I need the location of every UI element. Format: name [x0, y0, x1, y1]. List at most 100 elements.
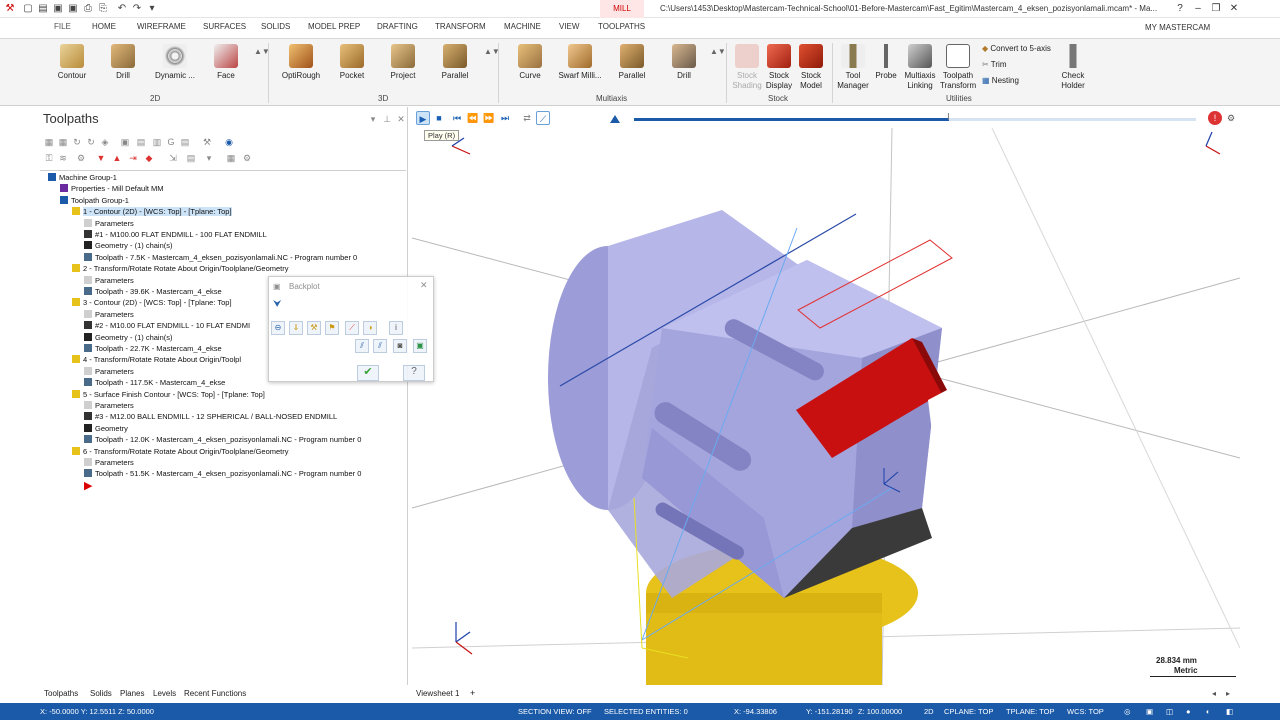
close-dialog-icon[interactable]: ✕	[420, 280, 428, 291]
progress-handle[interactable]: I	[947, 112, 950, 123]
scroll-left-icon[interactable]: ◂	[1212, 689, 1216, 698]
tree-node[interactable]: Toolpath Group-1	[60, 195, 129, 206]
tree-node[interactable]: Toolpath - 7.5K - Mastercam_4_eksen_pozi…	[84, 252, 357, 263]
curve-button[interactable]: Curve	[514, 44, 546, 94]
tab-toolpaths-panel[interactable]: Toolpaths	[44, 689, 78, 698]
stop-icon[interactable]: ■	[432, 111, 446, 125]
viewsheet-tab[interactable]: Viewsheet 1	[416, 689, 459, 698]
nesting-button[interactable]: ▦ Nesting	[982, 76, 1019, 85]
toolpath-display-icon[interactable]: ▦	[226, 153, 236, 163]
probe-button[interactable]: Probe	[872, 44, 900, 94]
check-holder-button[interactable]: Check Holder	[1058, 44, 1088, 94]
project-button[interactable]: Project	[386, 44, 420, 94]
convert-5axis-button[interactable]: ◆ Convert to 5-axis	[982, 44, 1051, 53]
backplot-options-icon[interactable]: ⚙	[1224, 111, 1238, 125]
tree-node[interactable]: Toolpath - 22.7K - Mastercam_4_ekse	[84, 344, 222, 354]
save-icon[interactable]: ▣	[52, 3, 64, 15]
stock-model-button[interactable]: Stock Model	[796, 44, 826, 94]
tab-file[interactable]: FILE	[54, 22, 71, 31]
tree-node[interactable]: Toolpath - 12.0K - Mastercam_4_eksen_poz…	[84, 435, 361, 445]
close-panel-icon[interactable]: ✕	[396, 114, 406, 124]
regenerate-dirty-icon[interactable]: ↻	[86, 137, 96, 147]
single-op-icon[interactable]: ▤	[186, 153, 196, 163]
gallery-more-icon[interactable]: ▲▼	[710, 47, 726, 56]
tree-node[interactable]: Parameters	[84, 401, 134, 411]
insert-arrow-marker-icon[interactable]: ▶	[84, 479, 92, 492]
holder-icon[interactable]: ⚒	[307, 321, 321, 335]
tab-model-prep[interactable]: MODEL PREP	[308, 22, 360, 31]
speed-slider-thumb[interactable]	[608, 113, 622, 123]
restore-button[interactable]: ❐	[1206, 2, 1226, 16]
stock-display-button[interactable]: Stock Display	[764, 44, 794, 94]
insert-after-icon[interactable]: ◆	[144, 153, 154, 163]
simulator-options-icon[interactable]: ▥	[152, 137, 162, 147]
tree-node[interactable]: Toolpath - 39.6K - Mastercam_4_ekse	[84, 287, 222, 297]
camera-icon[interactable]: ◙	[393, 339, 407, 353]
tab-toolpaths[interactable]: TOOLPATHS	[598, 22, 645, 31]
parallel-3d-button[interactable]: Parallel	[437, 44, 473, 94]
backplot-icon[interactable]: ◈	[100, 137, 110, 147]
g1-icon[interactable]: G	[166, 137, 176, 147]
tree-node[interactable]: #1 - M100.00 FLAT ENDMILL - 100 FLAT END…	[84, 230, 267, 240]
tab-planes-panel[interactable]: Planes	[120, 689, 144, 698]
new-file-icon[interactable]: ▢	[22, 3, 34, 15]
verify-icon[interactable]: ▣	[120, 137, 130, 147]
my-mastercam-link[interactable]: MY MASTERCAM	[1145, 23, 1210, 32]
entity-endpoints-icon[interactable]: ⟋	[345, 321, 359, 335]
tplane-status[interactable]: TPLANE: TOP	[1006, 707, 1055, 716]
cplane-status[interactable]: CPLANE: TOP	[944, 707, 993, 716]
globe-icon[interactable]: ◎	[1124, 707, 1131, 716]
multiaxis-linking-button[interactable]: Multiaxis Linking	[902, 44, 938, 94]
expand-icon[interactable]: ▾	[204, 153, 214, 163]
open-file-icon[interactable]: ▤	[37, 3, 49, 15]
tab-drafting[interactable]: DRAFTING	[377, 22, 418, 31]
tree-node[interactable]: #2 - M10.00 FLAT ENDMILL - 10 FLAT ENDMI	[84, 321, 250, 331]
simulate-icon[interactable]: ▤	[136, 137, 146, 147]
lock-icon[interactable]: ⚿	[44, 153, 54, 163]
tab-levels-panel[interactable]: Levels	[153, 689, 176, 698]
help-button[interactable]: ?	[403, 365, 425, 381]
tree-node[interactable]: Geometry	[84, 423, 128, 434]
tree-node[interactable]: Properties - Mill Default MM	[60, 184, 164, 194]
tab-solids[interactable]: SOLIDS	[261, 22, 290, 31]
tab-wireframe[interactable]: WIREFRAME	[137, 22, 186, 31]
display-toolpath-icon[interactable]: ⟋	[536, 111, 550, 125]
drill-2d-button[interactable]: Drill	[107, 44, 139, 94]
tree-node[interactable]: 6 - Transform/Rotate Rotate About Origin…	[72, 446, 289, 457]
toolpath-segments-icon[interactable]: ⫽	[373, 339, 387, 353]
shade-icon[interactable]: ◑	[363, 321, 377, 335]
mode-2d-3d[interactable]: 2D	[924, 707, 934, 716]
tab-solids-panel[interactable]: Solids	[90, 689, 112, 698]
trace-mode-icon[interactable]: ⇄	[520, 111, 534, 125]
save-geometry-icon[interactable]: ▣	[413, 339, 427, 353]
swarf-milling-button[interactable]: Swarf Milli...	[556, 44, 604, 94]
tool-manager-button[interactable]: Tool Manager	[836, 44, 870, 94]
tree-node[interactable]: Parameters	[84, 309, 134, 320]
tab-machine[interactable]: MACHINE	[504, 22, 541, 31]
tree-node[interactable]: 2 - Transform/Rotate Rotate About Origin…	[72, 264, 289, 274]
tree-node[interactable]: Geometry - (1) chain(s)	[84, 241, 173, 251]
minimize-button[interactable]: –	[1188, 2, 1208, 16]
save-as-icon[interactable]: ▣	[67, 3, 79, 15]
step-back-icon[interactable]: ⏪	[466, 111, 480, 125]
move-up-icon[interactable]: ▲	[112, 153, 122, 163]
regenerate-icon[interactable]: ↻	[72, 137, 82, 147]
scroll-right-icon[interactable]: ▸	[1226, 689, 1230, 698]
contour-button[interactable]: Contour	[54, 44, 90, 94]
print-icon[interactable]: ⎙	[82, 3, 94, 15]
backplot-alert-icon[interactable]: !	[1208, 111, 1222, 125]
redo-icon[interactable]: ↷	[131, 3, 143, 15]
tree-node[interactable]: Parameters	[84, 218, 134, 229]
rapid-moves-icon[interactable]: ⚑	[325, 321, 339, 335]
edges-icon[interactable]: ◧	[1226, 707, 1233, 716]
tree-node[interactable]: Geometry - (1) chain(s)	[84, 332, 173, 343]
pocket-3d-button[interactable]: Pocket	[336, 44, 368, 94]
tree-node[interactable]: 4 - Transform/Rotate Rotate About Origin…	[72, 355, 241, 365]
tab-home[interactable]: HOME	[92, 22, 116, 31]
skip-start-icon[interactable]: ⏮	[450, 111, 464, 125]
print-preview-icon[interactable]: ⎘	[97, 3, 109, 15]
toggle-posting-icon[interactable]: ⚙	[76, 153, 86, 163]
tree-node[interactable]: 3 - Contour (2D) - [WCS: Top] - [Tplane:…	[72, 298, 232, 308]
wireframe-view-icon[interactable]: ◫	[1166, 707, 1173, 716]
select-failed-icon[interactable]: ▦	[58, 137, 68, 147]
